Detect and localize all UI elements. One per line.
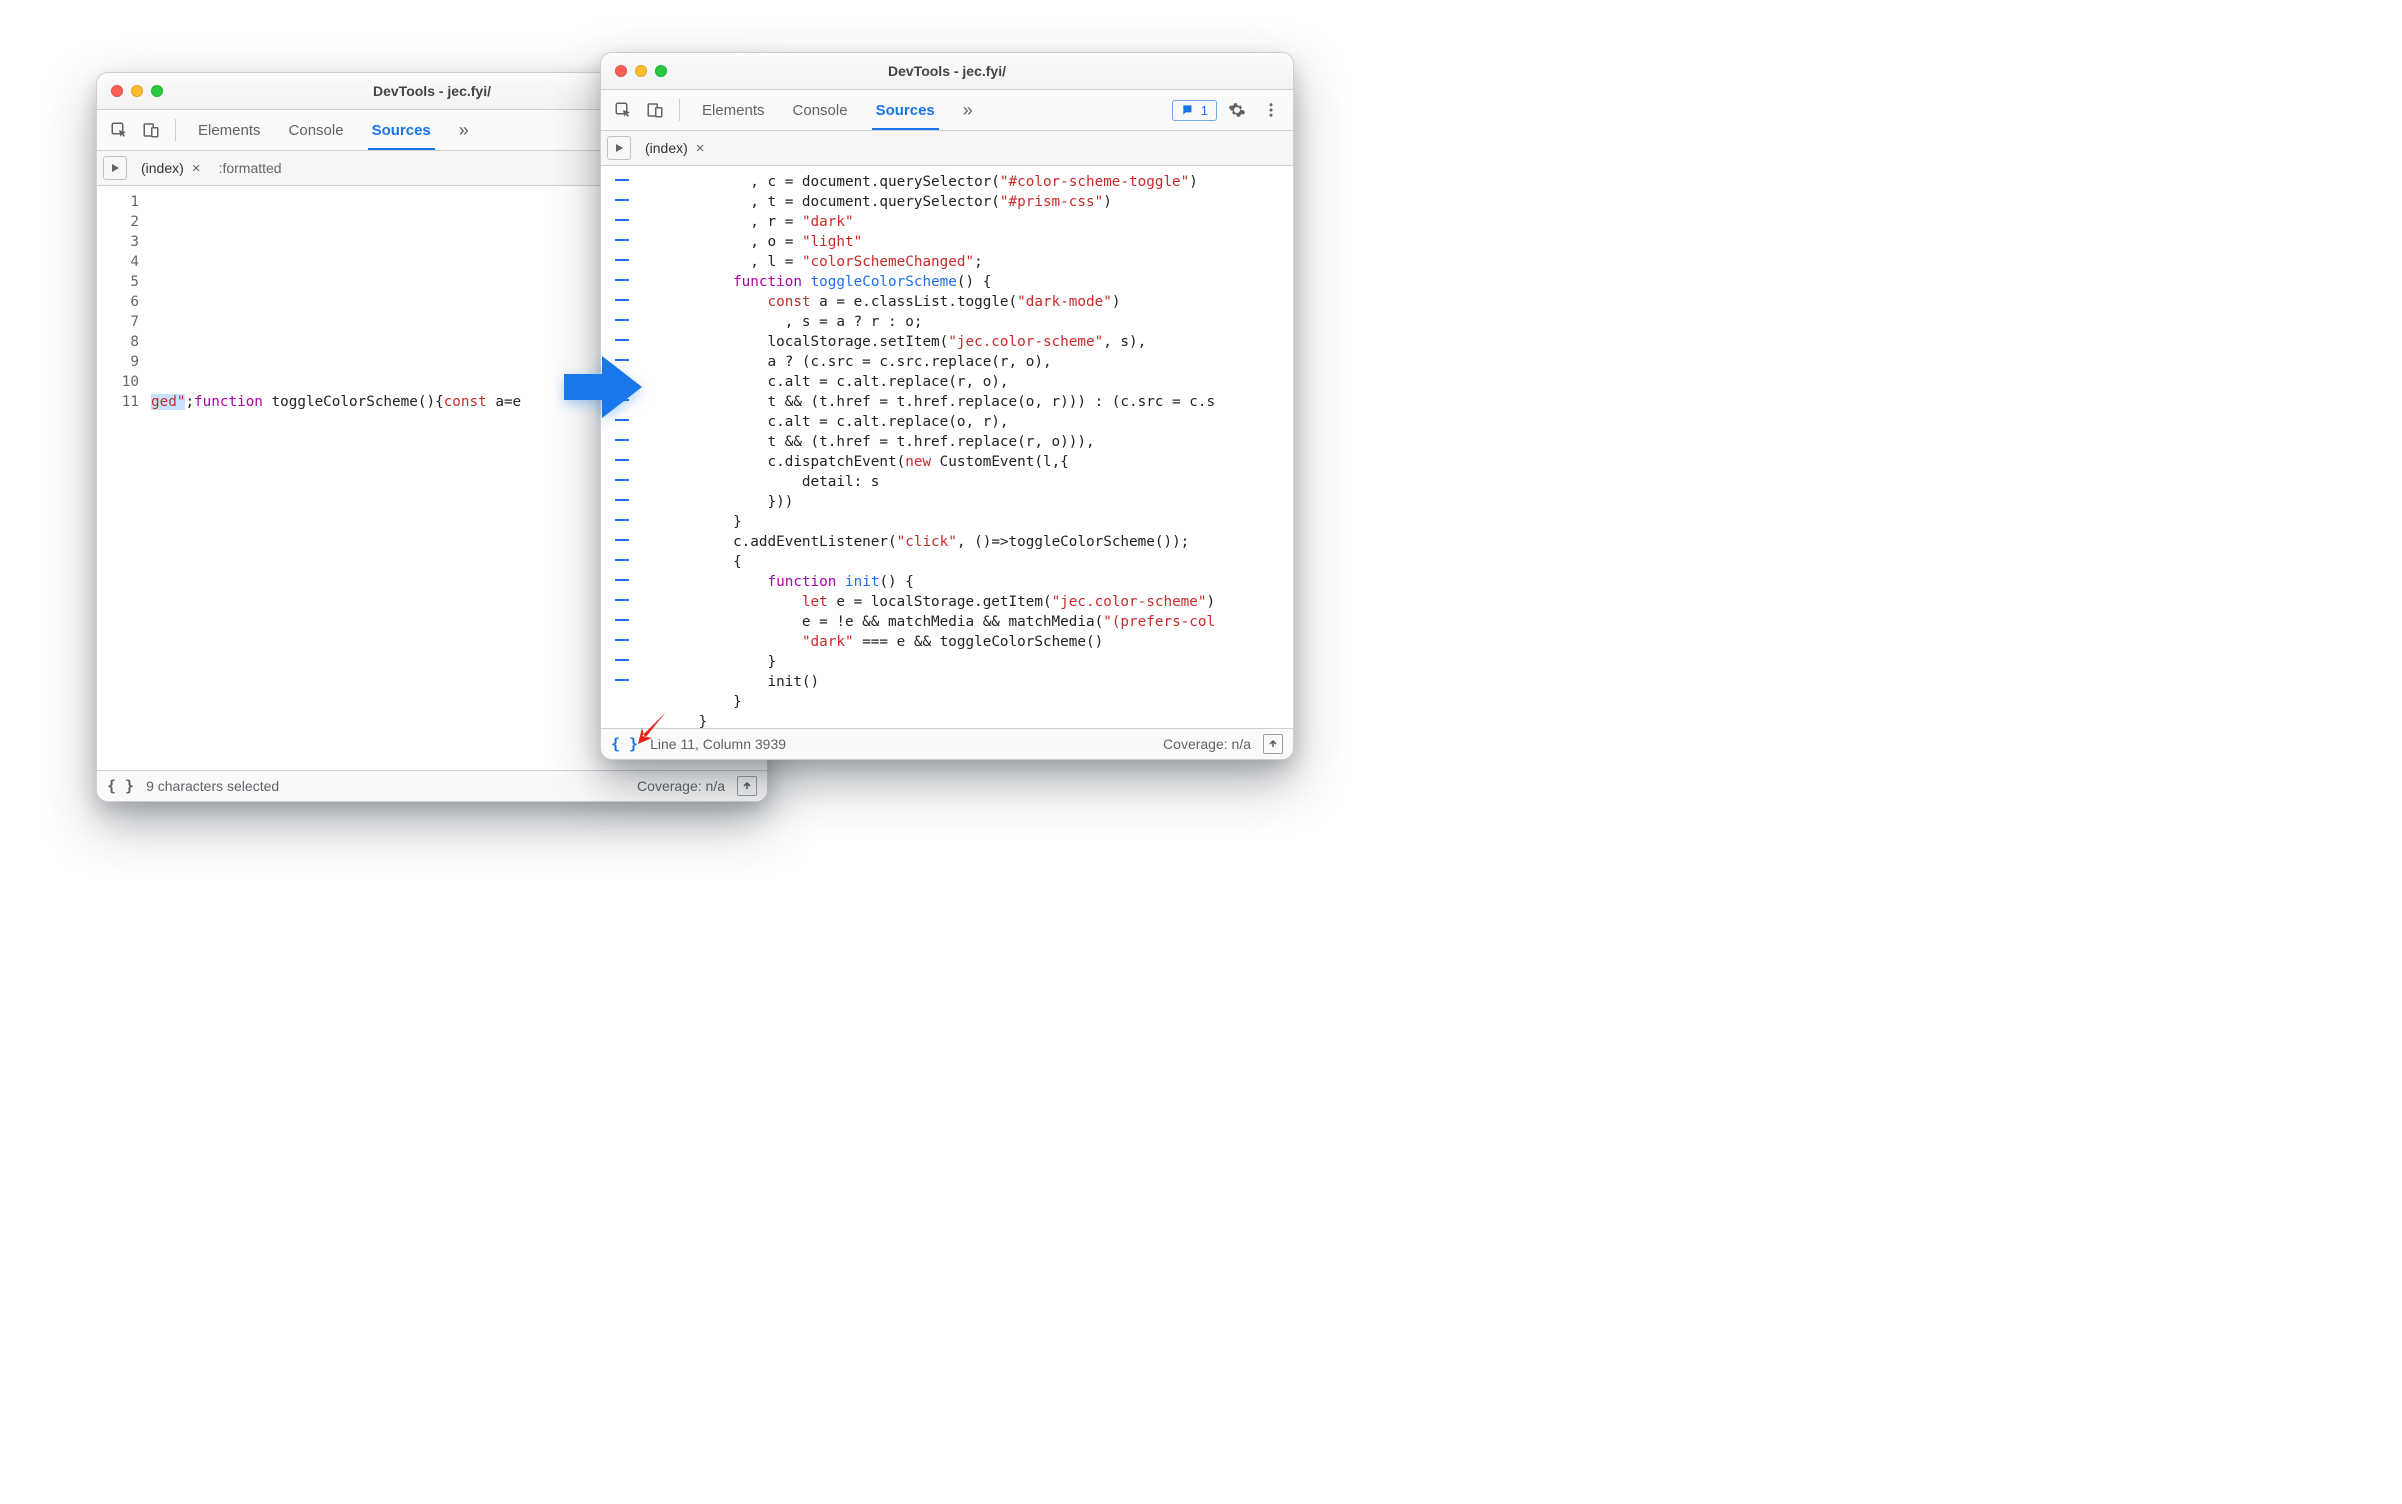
statusbar: { } 9 characters selected Coverage: n/a — [97, 770, 767, 801]
coverage-status: Coverage: n/a — [637, 778, 725, 794]
device-toolbar-icon[interactable] — [641, 96, 669, 124]
tab-elements[interactable]: Elements — [186, 110, 273, 150]
file-tab-index[interactable]: (index) × — [137, 160, 205, 177]
minimize-window-button[interactable] — [131, 85, 143, 97]
close-icon[interactable]: × — [192, 160, 201, 177]
tab-more[interactable]: » — [951, 90, 985, 130]
devtools-window-right: DevTools - jec.fyi/ Elements Console Sou… — [600, 52, 1294, 760]
kebab-menu-icon[interactable] — [1257, 96, 1285, 124]
file-tab-label: (index) — [141, 160, 184, 176]
minimize-window-button[interactable] — [635, 65, 647, 77]
tab-sources[interactable]: Sources — [360, 110, 443, 150]
file-tab-index[interactable]: (index) × — [641, 140, 709, 157]
issues-chip[interactable]: 1 — [1172, 100, 1217, 121]
file-tab-label: :formatted — [219, 160, 282, 176]
expand-icon[interactable] — [737, 776, 757, 796]
close-window-button[interactable] — [615, 65, 627, 77]
separator — [175, 119, 176, 141]
line-number-gutter: 1234567891011 — [97, 186, 147, 770]
gear-icon[interactable] — [1223, 96, 1251, 124]
separator — [679, 99, 680, 121]
close-window-button[interactable] — [111, 85, 123, 97]
titlebar[interactable]: DevTools - jec.fyi/ — [601, 53, 1293, 90]
navigator-toggle-icon[interactable] — [607, 136, 631, 160]
tab-more[interactable]: » — [447, 110, 481, 150]
issues-count: 1 — [1201, 103, 1208, 118]
navigator-toggle-icon[interactable] — [103, 156, 127, 180]
file-tab-formatted[interactable]: :formatted — [215, 160, 286, 176]
device-toolbar-icon[interactable] — [137, 116, 165, 144]
coverage-status: Coverage: n/a — [1163, 736, 1251, 752]
selection-status: 9 characters selected — [146, 778, 279, 794]
close-icon[interactable]: × — [696, 140, 705, 157]
statusbar: { } Line 11, Column 3939 Coverage: n/a — [601, 728, 1293, 759]
window-title: DevTools - jec.fyi/ — [601, 63, 1293, 79]
line-number-gutter — [601, 166, 643, 728]
maximize-window-button[interactable] — [151, 85, 163, 97]
inspect-element-icon[interactable] — [105, 116, 133, 144]
pretty-print-icon[interactable]: { } — [107, 777, 134, 795]
devtools-toolbar: Elements Console Sources » 1 — [601, 90, 1293, 131]
maximize-window-button[interactable] — [655, 65, 667, 77]
tab-console[interactable]: Console — [781, 90, 860, 130]
file-tab-label: (index) — [645, 140, 688, 156]
code-area[interactable]: , c = document.querySelector("#color-sch… — [643, 166, 1293, 728]
expand-icon[interactable] — [1263, 734, 1283, 754]
inspect-element-icon[interactable] — [609, 96, 637, 124]
tab-sources[interactable]: Sources — [864, 90, 947, 130]
tab-elements[interactable]: Elements — [690, 90, 777, 130]
file-tabstrip: (index) × — [601, 131, 1293, 166]
annotation-arrow-down-left-icon — [634, 706, 674, 751]
code-editor[interactable]: , c = document.querySelector("#color-sch… — [601, 166, 1293, 728]
tab-console[interactable]: Console — [277, 110, 356, 150]
annotation-arrow-right-icon — [564, 352, 642, 427]
